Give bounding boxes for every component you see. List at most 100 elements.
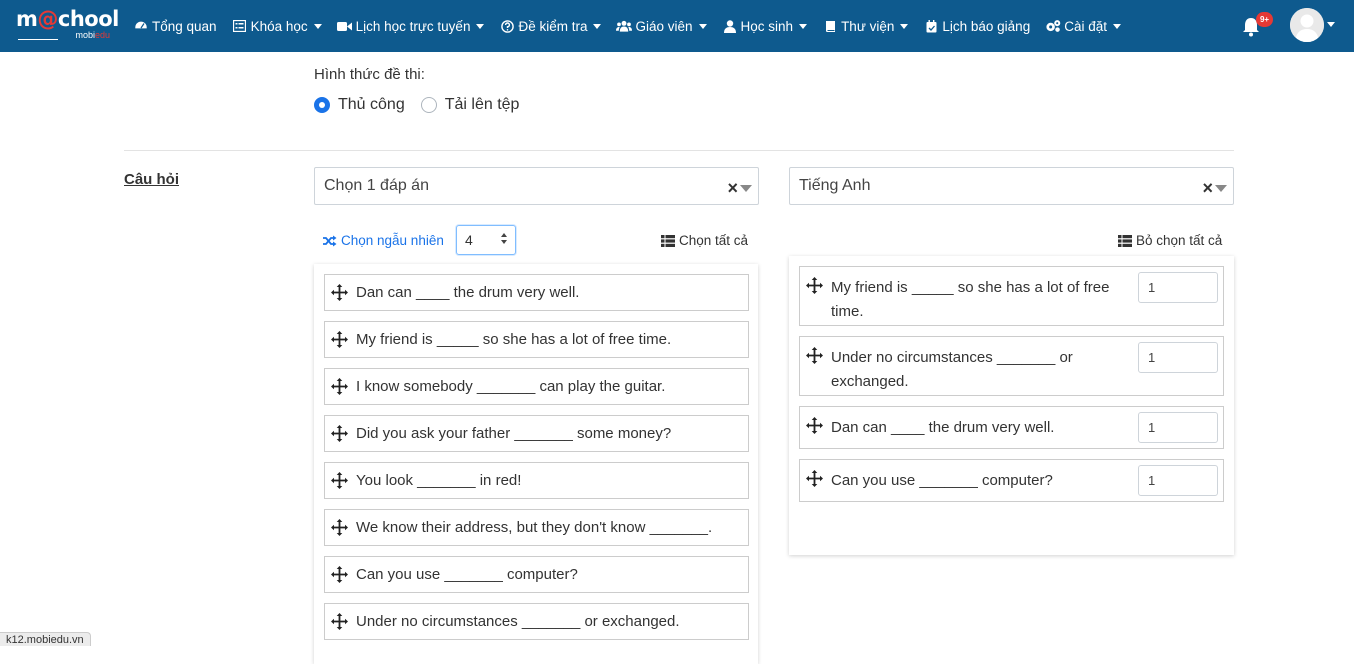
book-icon (822, 19, 838, 33)
question-text: Dan can ____ the drum very well. (356, 284, 580, 301)
question-text: We know their address, but they don't kn… (356, 519, 713, 536)
random-select-link[interactable]: Chọn ngẫu nhiên (323, 233, 444, 248)
user-icon (722, 19, 738, 33)
drag-move-icon[interactable] (331, 519, 348, 536)
nav-item-label: Giáo viên (635, 18, 693, 34)
calendar-check-icon (923, 19, 939, 33)
radio-manual-indicator[interactable] (314, 97, 330, 113)
nav-item-question-circle[interactable]: Đề kiểm tra (499, 19, 602, 34)
drag-move-icon[interactable] (331, 284, 348, 301)
status-bar-url: k12.mobiedu.vn (0, 632, 91, 646)
clear-question-type-icon[interactable]: × (727, 178, 738, 199)
question-score-input[interactable]: 1 (1138, 342, 1218, 373)
radio-manual[interactable]: Thủ công (314, 96, 405, 114)
nav-item-label: Thư viện (841, 18, 895, 34)
users-icon (616, 19, 633, 33)
subject-select[interactable]: Tiếng Anh × (789, 167, 1234, 205)
chevron-down-icon[interactable] (740, 185, 752, 192)
question-score-input[interactable]: 1 (1138, 412, 1218, 443)
available-questions-panel: Dan can ____ the drum very well. My frien… (314, 264, 758, 664)
random-count-input[interactable]: 4 (456, 225, 516, 255)
available-question-item[interactable]: Dan can ____ the drum very well. (324, 274, 749, 311)
drag-move-icon[interactable] (806, 417, 823, 434)
select-all-button[interactable]: Chọn tất cả (661, 233, 748, 248)
nav-item-user[interactable]: Học sinh (722, 19, 808, 34)
deselect-all-label: Bỏ chọn tất cả (1136, 233, 1223, 248)
subject-value: Tiếng Anh (799, 177, 871, 194)
select-all-label: Chọn tất cả (679, 233, 749, 248)
question-text: Did you ask your father _______ some mon… (356, 425, 672, 442)
caret-down-icon (1112, 23, 1121, 29)
question-text: Can you use _______ computer? (356, 566, 578, 583)
nav-item-label: Tổng quan (152, 18, 217, 34)
clear-subject-icon[interactable]: × (1202, 178, 1213, 199)
number-spinner-icon[interactable] (501, 233, 507, 244)
selected-question-item[interactable]: My friend is _____ so she has a lot of f… (799, 266, 1224, 326)
caret-down-icon (476, 23, 485, 29)
available-question-item[interactable]: Under no circumstances _______ or exchan… (324, 603, 749, 640)
available-question-item[interactable]: You look _______ in red! (324, 462, 749, 499)
drag-move-icon[interactable] (806, 470, 823, 487)
nav-item-video-camera[interactable]: Lịch học trực tuyến (337, 19, 485, 34)
available-question-item[interactable]: Can you use _______ computer? (324, 556, 749, 593)
main-nav: Tổng quan Khóa học Lịch học trực tuyến Đề k… (133, 0, 1136, 52)
user-menu-caret-icon[interactable] (1327, 22, 1335, 27)
cogs-icon (1045, 19, 1061, 33)
th-list-icon (1118, 234, 1132, 247)
chevron-down-icon[interactable] (1215, 185, 1227, 192)
drag-move-icon[interactable] (331, 378, 348, 395)
selected-question-item[interactable]: Dan can ____ the drum very well. 1 (799, 406, 1224, 449)
nav-item-label: Lịch học trực tuyến (355, 18, 471, 34)
available-question-item[interactable]: I know somebody _______ can play the gui… (324, 368, 749, 405)
nav-item-label: Khóa học (250, 18, 308, 34)
drag-move-icon[interactable] (331, 613, 348, 630)
question-type-select[interactable]: Chọn 1 đáp án × (314, 167, 759, 205)
selected-question-item[interactable]: Under no circumstances _______ or exchan… (799, 336, 1224, 396)
nav-item-label: Lịch báo giảng (942, 18, 1031, 34)
caret-down-icon (799, 23, 808, 29)
deselect-all-button[interactable]: Bỏ chọn tất cả (1118, 233, 1222, 248)
selected-question-item[interactable]: Can you use _______ computer? 1 (799, 459, 1224, 502)
nav-item-calendar-check[interactable]: Lịch báo giảng (923, 19, 1030, 34)
nav-item-book[interactable]: Thư viện (822, 18, 909, 34)
nav-item-dashboard[interactable]: Tổng quan (133, 19, 217, 34)
drag-move-icon[interactable] (331, 472, 348, 489)
video-camera-icon (337, 19, 353, 33)
question-text: Can you use _______ computer? (831, 472, 1053, 489)
caret-down-icon (313, 23, 322, 29)
drag-move-icon[interactable] (331, 566, 348, 583)
section-divider (124, 150, 1234, 151)
nav-item-users[interactable]: Giáo viên (616, 18, 707, 34)
drag-move-icon[interactable] (331, 425, 348, 442)
available-question-item[interactable]: My friend is _____ so she has a lot of f… (324, 321, 749, 358)
mschool-logo[interactable]: m@chool mobiedu (16, 8, 119, 44)
nav-item-list-alt[interactable]: Khóa học (232, 19, 322, 34)
exam-format-radio-group: Thủ công Tải lên tệp (314, 96, 535, 114)
user-avatar-icon (1290, 8, 1324, 42)
radio-upload-file[interactable]: Tải lên tệp (420, 96, 519, 114)
nav-item-cogs[interactable]: Cài đặt (1045, 19, 1121, 34)
question-text: My friend is _____ so she has a lot of f… (831, 279, 1110, 320)
available-question-item[interactable]: Did you ask your father _______ some mon… (324, 415, 749, 452)
shuffle-icon (323, 235, 337, 247)
question-score-input[interactable]: 1 (1138, 465, 1218, 496)
exam-format-label: Hình thức đề thi: (314, 66, 425, 83)
question-text: Under no circumstances _______ or exchan… (356, 613, 680, 630)
available-question-item[interactable]: We know their address, but they don't kn… (324, 509, 749, 546)
question-text: I know somebody _______ can play the gui… (356, 378, 666, 395)
caret-down-icon (900, 23, 909, 29)
top-navbar: m@chool mobiedu Tổng quan Khóa học Lịch họ… (0, 0, 1354, 52)
question-text: My friend is _____ so she has a lot of f… (356, 331, 672, 348)
question-score-input[interactable]: 1 (1138, 272, 1218, 303)
drag-move-icon[interactable] (806, 277, 823, 294)
caret-down-icon (593, 23, 602, 29)
drag-move-icon[interactable] (806, 347, 823, 364)
notification-badge: 9+ (1256, 12, 1273, 27)
radio-upload-indicator[interactable] (420, 97, 437, 113)
user-avatar[interactable] (1290, 8, 1324, 42)
radio-manual-label: Thủ công (338, 96, 405, 113)
random-select-label: Chọn ngẫu nhiên (341, 233, 444, 248)
question-circle-icon (499, 19, 515, 33)
list-alt-icon (232, 19, 248, 33)
drag-move-icon[interactable] (331, 331, 348, 348)
